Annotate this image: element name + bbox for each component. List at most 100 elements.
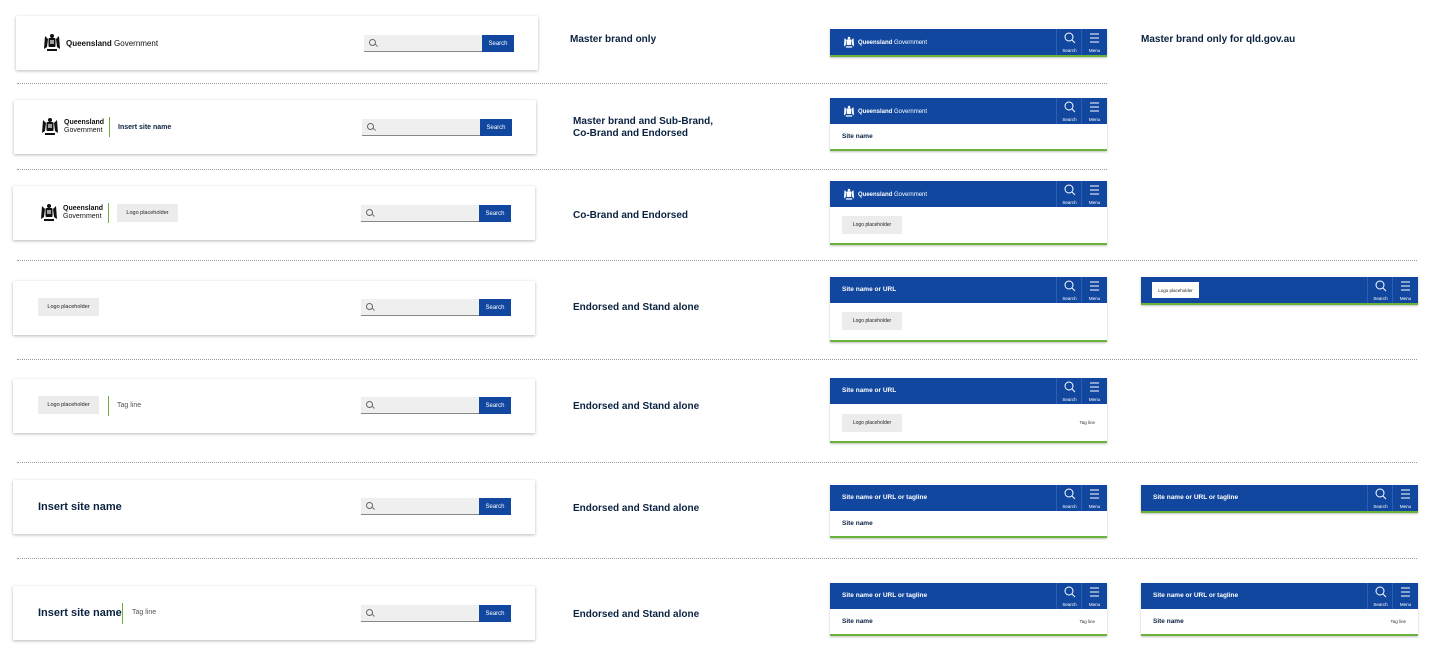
search-icon [1375, 280, 1387, 292]
mobile-title[interactable]: Site name or URL [842, 387, 896, 394]
search-icon [366, 401, 373, 408]
desktop-header-site-name-tagline: Insert site name Tag line Search [13, 586, 535, 640]
mobile-menu-button[interactable]: Menu [1392, 277, 1418, 303]
mobile-title[interactable]: Site name or URL or tagline [842, 592, 927, 599]
row-divider [17, 260, 1417, 261]
menu-icon [1090, 489, 1099, 499]
search-icon [1064, 586, 1076, 598]
mobile-search-button[interactable]: Search [1056, 583, 1082, 609]
search-icon [1064, 280, 1076, 292]
mobile-title[interactable]: Site name or URL [842, 286, 896, 293]
mobile-menu-button[interactable]: Menu [1081, 485, 1107, 511]
brand-divider [122, 603, 123, 624]
brand-divider [108, 203, 109, 223]
mobile-search-button[interactable]: Search [1367, 583, 1393, 609]
search-button[interactable]: Search [480, 119, 512, 136]
menu-icon [1090, 185, 1099, 195]
search-input[interactable] [362, 119, 480, 136]
logo-placeholder[interactable]: Logo placeholder [117, 204, 178, 222]
mobile-menu-button[interactable]: Menu [1081, 277, 1107, 303]
row-divider [17, 169, 1107, 170]
mobile-header-co-brand: Queensland Government Search Menu Logo p… [830, 181, 1107, 245]
logo-placeholder[interactable]: Logo placeholder [1152, 282, 1199, 298]
mobile-site-name[interactable]: Site name [842, 133, 873, 140]
mobile-header-logo-only: Logo placeholder Search Menu [1141, 277, 1418, 305]
mobile-menu-button[interactable]: Menu [1081, 378, 1107, 404]
mobile-menu-button[interactable]: Menu [1081, 98, 1107, 124]
search-label: Search [1373, 504, 1388, 509]
mobile-bar: Logo placeholder Search Menu [1141, 277, 1418, 303]
mobile-header-site-name-tagline: Site name or URL or tagline Search Menu … [830, 583, 1107, 636]
description-row-1: Master brand only [570, 34, 657, 45]
logo-placeholder[interactable]: Logo placeholder [38, 396, 99, 414]
desktop-header-site-name: Insert site name Search [13, 480, 535, 534]
mobile-menu-button[interactable]: Menu [1081, 181, 1107, 207]
mobile-logo-placeholder[interactable]: Logo placeholder [842, 414, 902, 432]
mobile-search-button[interactable]: Search [1056, 98, 1082, 124]
mobile-logo-placeholder[interactable]: Logo placeholder [842, 312, 902, 330]
mobile-bar: Queensland Government Search Menu [830, 29, 1107, 55]
description-row-5: Endorsed and Stand alone [573, 401, 700, 412]
search-button[interactable]: Search [482, 35, 514, 52]
search-input[interactable] [361, 397, 479, 414]
search-icon [369, 39, 376, 46]
mobile-menu-button[interactable]: Menu [1081, 583, 1107, 609]
search-input[interactable] [361, 205, 479, 222]
queensland-crest-icon [41, 33, 63, 53]
qg-logo[interactable]: Queensland Government [39, 117, 104, 137]
mobile-search-button[interactable]: Search [1056, 485, 1082, 511]
search-bar: Search [361, 498, 511, 515]
mobile-qg-logo[interactable]: Queensland Government [842, 36, 927, 49]
mobile-site-name[interactable]: Site name [842, 618, 873, 625]
mobile-header-site-name-tagline-alt: Site name or URL or tagline Search Menu … [1141, 583, 1418, 636]
mobile-header-endorsed-logo: Site name or URL Search Menu Logo placeh… [830, 277, 1107, 342]
search-button[interactable]: Search [479, 299, 511, 316]
qg-logo[interactable]: Queensland Government [38, 203, 103, 223]
search-input[interactable] [361, 299, 479, 316]
search-label: Search [1373, 602, 1388, 607]
logo-text-bold: Queensland [858, 39, 893, 46]
mobile-menu-button[interactable]: Menu [1081, 29, 1107, 55]
search-button[interactable]: Search [479, 397, 511, 414]
logo-placeholder[interactable]: Logo placeholder [38, 298, 99, 316]
mobile-menu-button[interactable]: Menu [1392, 485, 1418, 511]
site-name[interactable]: Insert site name [38, 501, 122, 513]
mobile-menu-button[interactable]: Menu [1392, 583, 1418, 609]
mobile-bar: Queensland Government Search Menu [830, 98, 1107, 124]
mobile-header-sub-brand: Queensland Government Search Menu Site n… [830, 98, 1107, 151]
search-input[interactable] [361, 498, 479, 515]
mobile-bar: Site name or URL or tagline Search Menu [830, 485, 1107, 511]
mobile-search-button[interactable]: Search [1367, 485, 1393, 511]
mobile-qg-logo[interactable]: Queensland Government [842, 105, 927, 118]
search-button[interactable]: Search [479, 498, 511, 515]
logo-text-regular: Government [63, 213, 102, 220]
site-name[interactable]: Insert site name [118, 124, 171, 131]
qg-logo[interactable]: Queensland Government [41, 33, 158, 53]
mobile-site-name[interactable]: Site name [1153, 618, 1184, 625]
mobile-site-name[interactable]: Site name [842, 520, 873, 527]
mobile-search-button[interactable]: Search [1056, 277, 1082, 303]
queensland-crest-icon [842, 188, 856, 201]
mobile-header-master-brand: Queensland Government Search Menu [830, 29, 1107, 57]
search-input[interactable] [361, 605, 479, 622]
mobile-search-button[interactable]: Search [1056, 29, 1082, 55]
logo-text-bold: Queensland [858, 191, 893, 198]
search-icon [1375, 586, 1387, 598]
site-name[interactable]: Insert site name [38, 607, 122, 619]
search-icon [1375, 488, 1387, 500]
mobile-search-button[interactable]: Search [1056, 181, 1082, 207]
mobile-logo-placeholder[interactable]: Logo placeholder [842, 216, 902, 234]
mobile-title[interactable]: Site name or URL or tagline [842, 494, 927, 501]
search-button[interactable]: Search [479, 605, 511, 622]
right-description-row-1: Master brand only for qld.gov.au [1141, 34, 1296, 45]
mobile-title[interactable]: Site name or URL or tagline [1153, 592, 1238, 599]
mobile-search-button[interactable]: Search [1367, 277, 1393, 303]
desktop-header-co-brand: Queensland Government Logo placeholder Se… [13, 186, 535, 240]
menu-icon [1401, 281, 1410, 291]
mobile-title[interactable]: Site name or URL or tagline [1153, 494, 1238, 501]
mobile-qg-logo[interactable]: Queensland Government [842, 188, 927, 201]
search-button[interactable]: Search [479, 205, 511, 222]
search-input[interactable] [364, 35, 482, 52]
desktop-header-logo-tagline: Logo placeholder Tag line Search [13, 379, 535, 433]
mobile-search-button[interactable]: Search [1056, 378, 1082, 404]
